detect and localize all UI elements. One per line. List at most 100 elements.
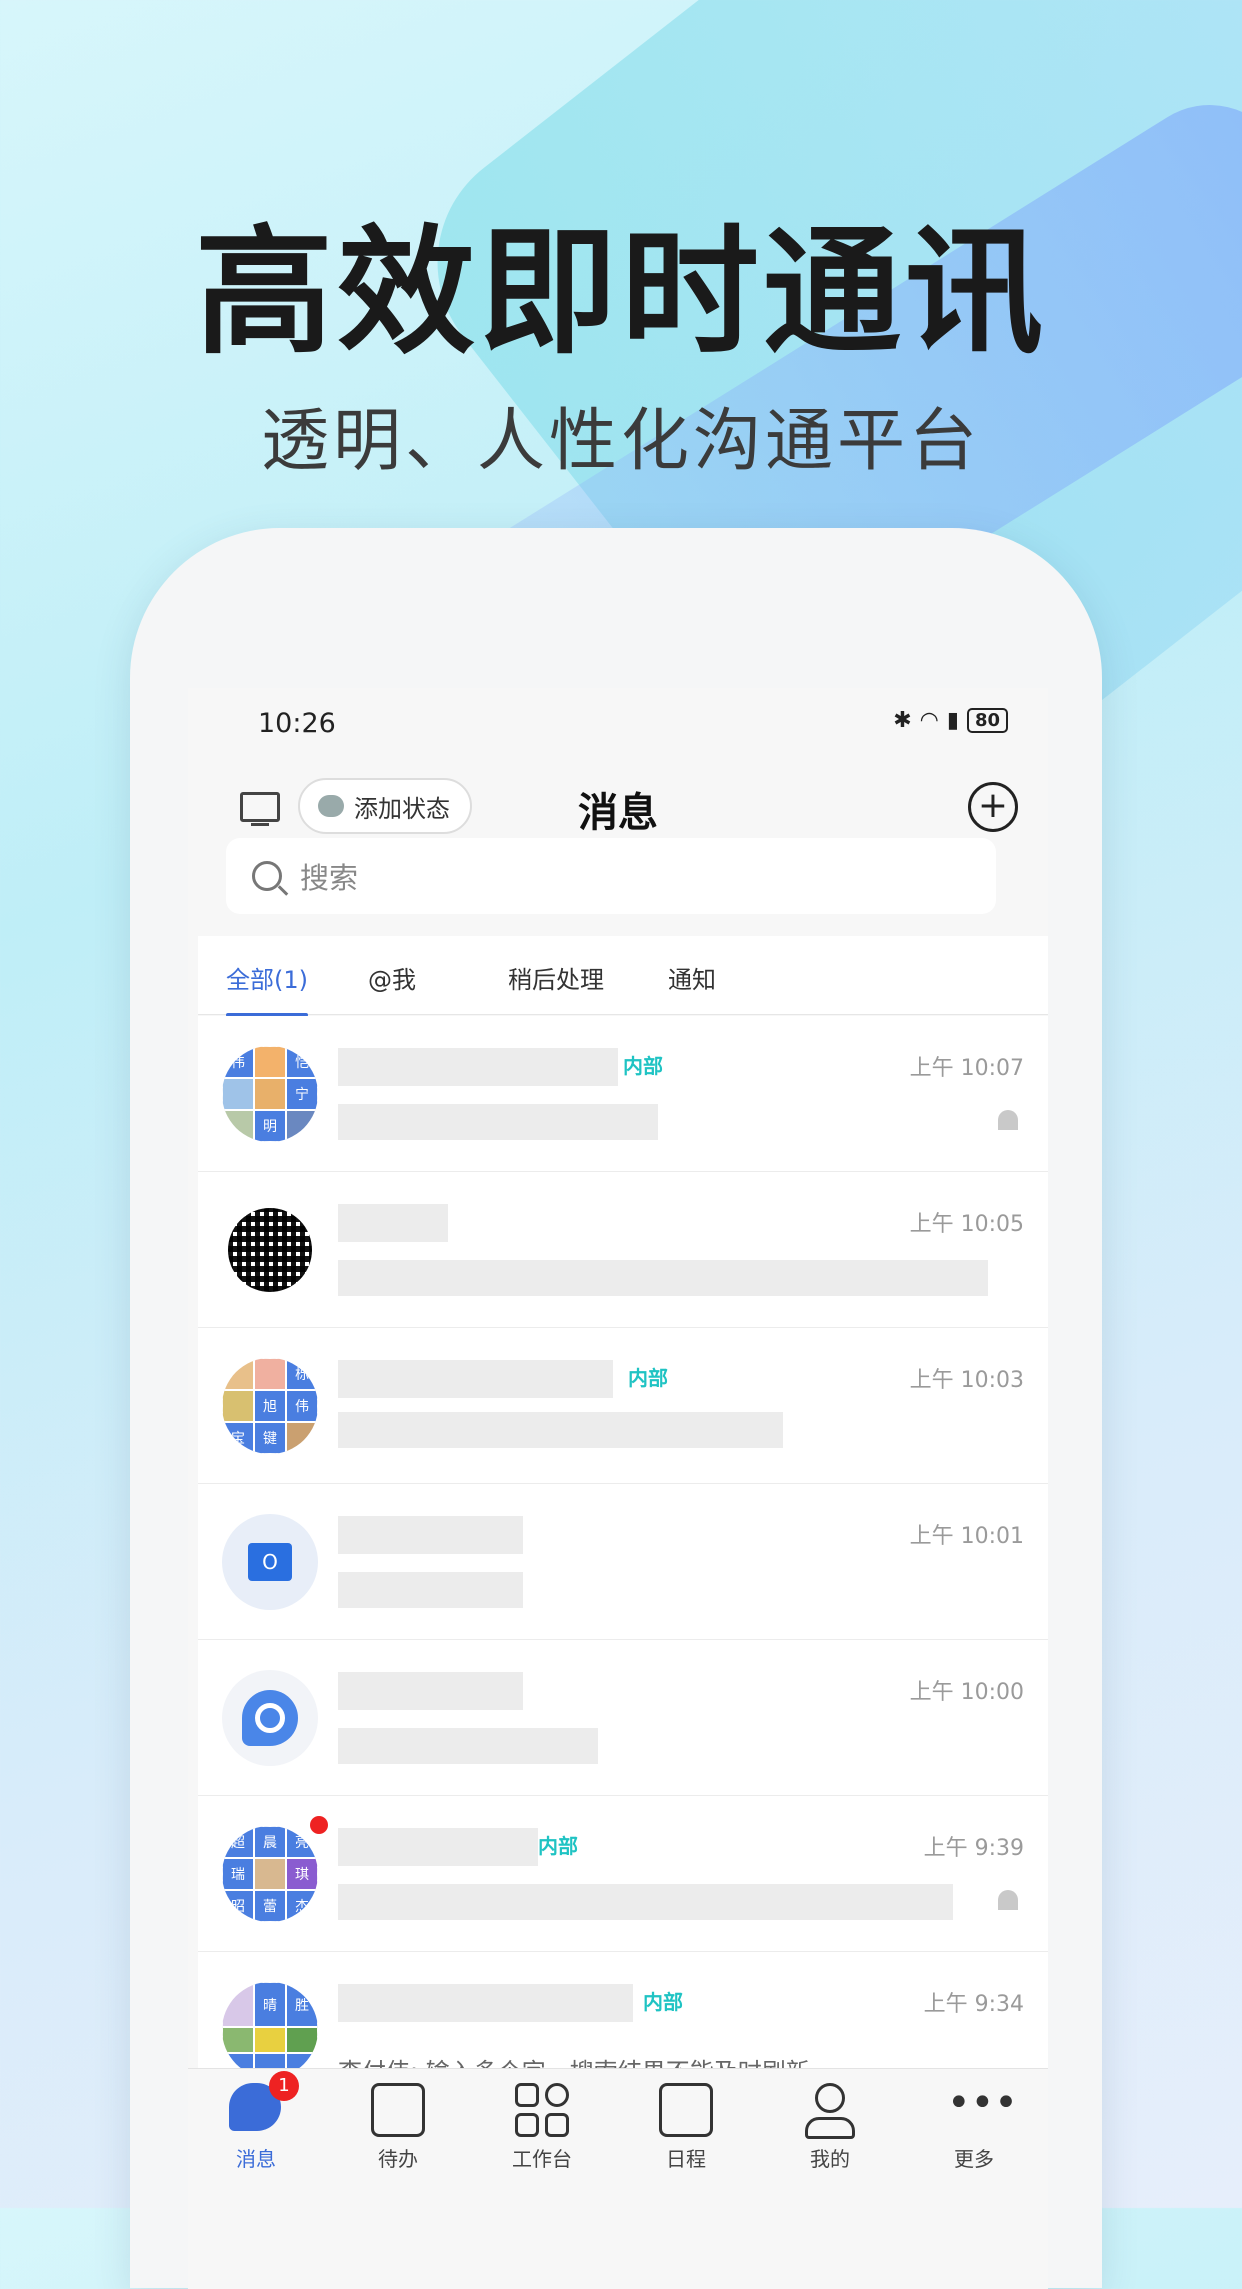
- tab-mentions[interactable]: @我: [368, 960, 416, 995]
- conversation-row[interactable]: 上午 10:05: [198, 1172, 1048, 1328]
- avatar-tile: 伟: [286, 1390, 318, 1422]
- message-redacted: [338, 1104, 658, 1140]
- nav-label: 日程: [666, 2147, 706, 2171]
- avatar-tile: 晨: [254, 1826, 286, 1858]
- conversation-list: 伟 恺 宁 明 内部 上午 10:07 上午 10:05 栎 旭 伟 宝 键 内…: [198, 1016, 1048, 2108]
- avatar-tile: [254, 1046, 286, 1078]
- bottom-navigation: 1 消息 待办 工作台 日程 我的 ••• 更多: [188, 2068, 1048, 2289]
- nav-workbench[interactable]: 工作台: [482, 2083, 602, 2172]
- avatar-tile: 琪: [286, 1858, 318, 1890]
- message-time: 上午 10:00: [909, 1680, 1024, 1705]
- chat-icon: 1: [229, 2071, 299, 2137]
- page-title: 消息: [578, 790, 658, 836]
- nav-label: 更多: [954, 2147, 994, 2171]
- nav-messages[interactable]: 1 消息: [196, 2071, 316, 2172]
- tab-notifications[interactable]: 通知: [668, 960, 716, 995]
- nav-schedule[interactable]: 日程: [626, 2083, 746, 2172]
- conversation-row[interactable]: 伟 恺 宁 明 内部 上午 10:07: [198, 1016, 1048, 1172]
- mute-bell-icon: [998, 1890, 1018, 1910]
- avatar-tile: [254, 1358, 286, 1390]
- todo-icon: [371, 2083, 425, 2137]
- message-redacted: [338, 1260, 988, 1296]
- app-avatar: [222, 1670, 318, 1766]
- search-placeholder: 搜索: [300, 861, 359, 895]
- message-time: 上午 10:03: [909, 1368, 1024, 1393]
- apps-grid-icon: [515, 2083, 569, 2137]
- battery-icon: 80: [966, 708, 1008, 733]
- conversation-row[interactable]: 超 晨 亮 瑞 琪 昭 蕾 杰 内部 上午 9:39: [198, 1796, 1048, 1952]
- tab-bar: 全部(1) @我 稍后处理 通知: [198, 936, 1048, 1017]
- qr-avatar: [222, 1202, 318, 1298]
- tab-all[interactable]: 全部(1): [226, 960, 308, 1017]
- internal-tag: 内部: [538, 1834, 578, 1858]
- add-button[interactable]: +: [968, 782, 1018, 832]
- conversation-row[interactable]: 上午 10:00: [198, 1640, 1048, 1796]
- signal-icon: ▮: [946, 708, 959, 733]
- avatar-tile: 宝: [222, 1422, 254, 1454]
- message-redacted: [338, 1884, 953, 1920]
- search-icon: [252, 861, 282, 891]
- name-redacted: [338, 1204, 448, 1242]
- internal-tag: 内部: [628, 1366, 668, 1390]
- nav-profile[interactable]: 我的: [770, 2083, 890, 2172]
- internal-tag: 内部: [623, 1054, 663, 1078]
- name-redacted: [338, 1516, 523, 1554]
- nav-more[interactable]: ••• 更多: [914, 2083, 1034, 2172]
- avatar-tile: 胜: [286, 1982, 318, 2028]
- avatar-tile: 超: [222, 1826, 254, 1858]
- avatar-tile: [222, 1078, 254, 1110]
- nav-label: 我的: [810, 2147, 850, 2171]
- unread-badge: 1: [269, 2071, 299, 2101]
- avatar-tile: [222, 1390, 254, 1422]
- group-avatar: 栎 旭 伟 宝 键: [222, 1358, 318, 1454]
- mail-icon: O: [248, 1543, 292, 1581]
- message-time: 上午 10:07: [909, 1056, 1024, 1081]
- avatar-tile: [254, 2027, 286, 2053]
- avatar-tile: 瑞: [222, 1858, 254, 1890]
- tab-later[interactable]: 稍后处理: [508, 960, 604, 995]
- nav-label: 消息: [236, 2147, 276, 2171]
- avatar-tile: [222, 1110, 254, 1142]
- avatar-tile: [222, 2027, 254, 2053]
- avatar-tile: 宁: [286, 1078, 318, 1110]
- group-avatar: 伟 恺 宁 明: [222, 1046, 318, 1142]
- internal-tag: 内部: [643, 1990, 683, 2014]
- bluetooth-icon: ✱: [893, 708, 912, 733]
- avatar-tile: 昭: [222, 1890, 254, 1922]
- message-redacted: [338, 1728, 598, 1764]
- wifi-icon: ◠: [919, 708, 939, 733]
- nav-label: 工作台: [512, 2147, 572, 2171]
- avatar-tile: [286, 1110, 318, 1142]
- nav-todo[interactable]: 待办: [338, 2083, 458, 2172]
- avatar-tile: [286, 1422, 318, 1454]
- avatar-tile: [222, 1982, 254, 2028]
- mute-bell-icon: [998, 1110, 1018, 1130]
- message-redacted: [338, 1572, 523, 1608]
- conversation-row[interactable]: O 上午 10:01: [198, 1484, 1048, 1640]
- nav-label: 待办: [378, 2147, 418, 2171]
- unread-dot: [310, 1816, 328, 1834]
- person-icon: [803, 2083, 857, 2139]
- conversation-row[interactable]: 栎 旭 伟 宝 键 内部 上午 10:03: [198, 1328, 1048, 1484]
- status-icons: ✱ ◠ ▮ 80: [893, 708, 1008, 733]
- message-time: 上午 10:01: [909, 1524, 1024, 1549]
- avatar-tile: 栎: [286, 1358, 318, 1390]
- search-input[interactable]: 搜索: [226, 838, 996, 914]
- avatar-tile: [254, 1078, 286, 1110]
- avatar-tile: 明: [254, 1110, 286, 1142]
- name-redacted: [338, 1048, 618, 1086]
- avatar-tile: 杰: [286, 1890, 318, 1922]
- group-avatar: 超 晨 亮 瑞 琪 昭 蕾 杰: [222, 1826, 318, 1922]
- message-time: 上午 9:39: [923, 1836, 1024, 1861]
- avatar-tile: [254, 1858, 286, 1890]
- name-redacted: [338, 1360, 613, 1398]
- outlook-avatar: O: [222, 1514, 318, 1610]
- avatar-tile: 旭: [254, 1390, 286, 1422]
- avatar-tile: [222, 1358, 254, 1390]
- status-time: 10:26: [258, 708, 336, 739]
- calendar-icon: [659, 2083, 713, 2137]
- message-time: 上午 9:34: [923, 1992, 1024, 2017]
- message-redacted: [338, 1412, 783, 1448]
- message-time: 上午 10:05: [909, 1212, 1024, 1237]
- camera-icon: [242, 1690, 298, 1746]
